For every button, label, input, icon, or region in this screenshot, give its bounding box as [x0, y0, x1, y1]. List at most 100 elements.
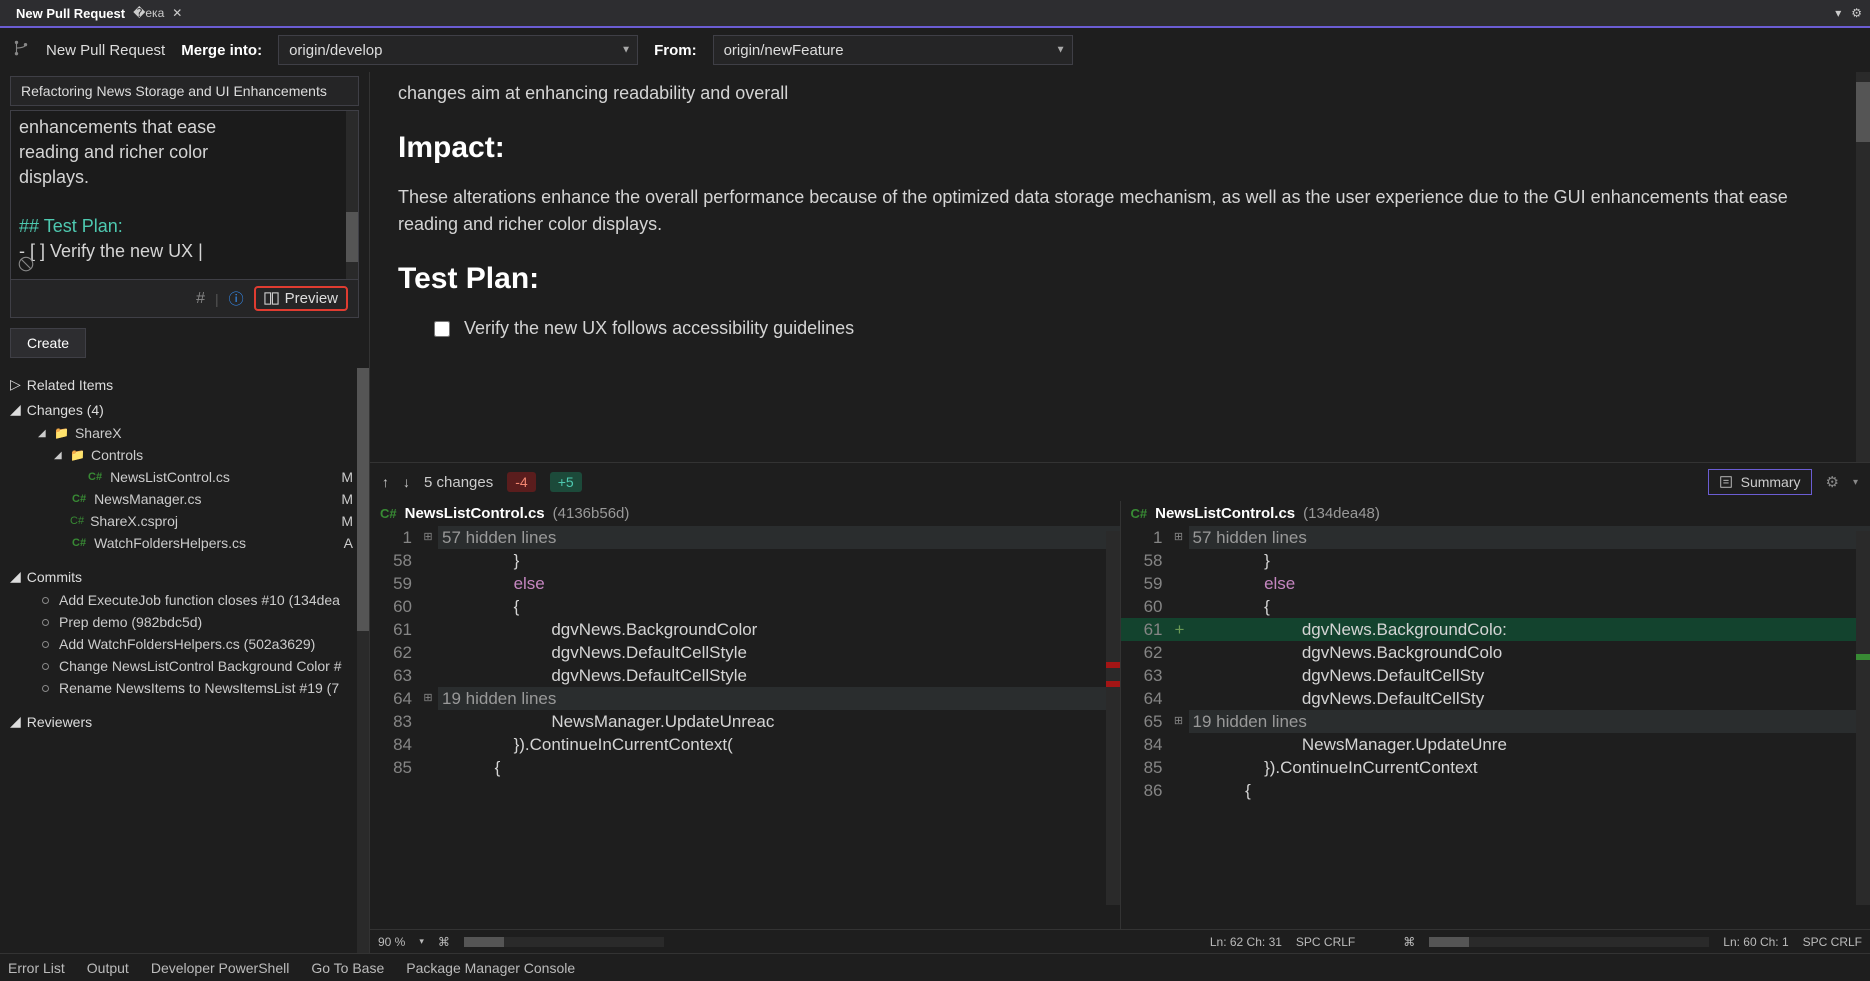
zoom-level[interactable]: 90 %: [378, 935, 405, 949]
branch-icon[interactable]: [12, 39, 30, 62]
commit-item[interactable]: Add WatchFoldersHelpers.cs (502a3629): [6, 633, 369, 655]
commits-section[interactable]: ◢Commits: [6, 564, 369, 589]
expand-icon[interactable]: ⊞: [1169, 526, 1189, 549]
create-button[interactable]: Create: [10, 328, 86, 358]
code-line: 62 dgvNews.DefaultCellStyle: [370, 641, 1120, 664]
reviewers-section[interactable]: ◢Reviewers: [6, 709, 369, 734]
prev-change-button[interactable]: ↑: [382, 474, 389, 490]
tree-file[interactable]: C#ShareX.csprojM: [6, 510, 369, 532]
commit-item[interactable]: Rename NewsItems to NewsItemsList #19 (7: [6, 677, 369, 699]
tree: ▷Related Items ◢Changes (4) ◢📁ShareX ◢📁C…: [0, 368, 369, 953]
from-dropdown[interactable]: origin/newFeature ▼: [713, 35, 1073, 65]
diff-pane-left: C# NewsListControl.cs (4136b56d) 1⊞57 hi…: [370, 501, 1121, 929]
pr-toolbar: New Pull Request Merge into: origin/deve…: [0, 28, 1870, 72]
code-line: 59 else: [1121, 572, 1870, 595]
code-line: 61 dgvNews.BackgroundColo:: [1121, 618, 1870, 641]
summary-button[interactable]: Summary: [1708, 469, 1812, 495]
code-line: 1⊞57 hidden lines: [370, 526, 1120, 549]
encoding: SPC CRLF: [1803, 935, 1862, 949]
csharp-icon: C#: [380, 506, 397, 521]
code-line: 58 }: [370, 549, 1120, 572]
code-line: 64 dgvNews.DefaultCellSty: [1121, 687, 1870, 710]
window-tab[interactable]: New Pull Request �ека ✕: [8, 0, 190, 26]
summary-icon: [1719, 475, 1733, 489]
close-icon[interactable]: ✕: [172, 6, 182, 20]
changes-section[interactable]: ◢Changes (4): [6, 397, 369, 422]
code-line: 61 dgvNews.BackgroundColor: [370, 618, 1120, 641]
chevron-down-icon[interactable]: ▾: [419, 936, 424, 947]
merge-into-label: Merge into:: [181, 42, 262, 59]
commit-item[interactable]: Prep demo (982bdc5d): [6, 611, 369, 633]
commit-dot-icon: [42, 619, 49, 626]
chevron-down-icon[interactable]: ▾: [1835, 6, 1841, 20]
csharp-icon: C#: [86, 471, 104, 483]
horizontal-scrollbar[interactable]: [464, 937, 664, 947]
change-count: 5 changes: [424, 474, 493, 491]
scrollbar[interactable]: [1856, 72, 1870, 462]
diff-file-header: C# NewsListControl.cs (4136b56d): [370, 501, 1120, 526]
code-line: 63 dgvNews.DefaultCellStyle: [370, 664, 1120, 687]
diff-statusbar: 90 % ▾ ⌘ Ln: 62 Ch: 31 SPC CRLF ⌘ Ln: 60…: [370, 929, 1870, 953]
scrollbar[interactable]: [1856, 531, 1870, 905]
tab-gotobase[interactable]: Go To Base: [311, 960, 384, 976]
code-line: 85 }).ContinueInCurrentContext: [1121, 756, 1870, 779]
left-panel: enhancements that ease reading and riche…: [0, 72, 370, 953]
tab-output[interactable]: Output: [87, 960, 129, 976]
scrollbar[interactable]: [1106, 531, 1120, 905]
tab-error-list[interactable]: Error List: [8, 960, 65, 976]
diff-header: ↑ ↓ 5 changes -4 +5 Summary ⚙ ▾: [370, 463, 1870, 501]
expand-icon[interactable]: ⊞: [1169, 710, 1189, 733]
tab-powershell[interactable]: Developer PowerShell: [151, 960, 290, 976]
code-line: 65⊞19 hidden lines: [1121, 710, 1870, 733]
preview-button[interactable]: Preview: [254, 286, 348, 311]
tree-file[interactable]: C#WatchFoldersHelpers.csA: [6, 532, 369, 554]
pin-icon[interactable]: �ека: [133, 6, 164, 20]
tab-pmc[interactable]: Package Manager Console: [406, 960, 575, 976]
tree-folder[interactable]: ◢📁ShareX: [6, 422, 369, 444]
cursor-position: Ln: 60 Ch: 1: [1723, 935, 1788, 949]
tree-file[interactable]: C#NewsListControl.csM: [6, 466, 369, 488]
tree-folder[interactable]: ◢📁Controls: [6, 444, 369, 466]
commit-item[interactable]: Change NewsListControl Background Color …: [6, 655, 369, 677]
code-line: 1⊞57 hidden lines: [1121, 526, 1870, 549]
scrollbar[interactable]: [346, 111, 358, 279]
pr-toolbar-title: New Pull Request: [46, 42, 165, 59]
additions-badge: +5: [550, 472, 582, 492]
pr-title-input[interactable]: [10, 76, 359, 106]
hash-icon[interactable]: #: [196, 290, 205, 308]
code-line: 60 {: [370, 595, 1120, 618]
preview-pane: changes aim at enhancing readability and…: [370, 72, 1870, 462]
titlebar: New Pull Request �ека ✕ ▾ ⚙: [0, 0, 1870, 28]
expand-icon[interactable]: ⊞: [418, 526, 438, 549]
code-view[interactable]: 1⊞57 hidden lines58 }59 else60 {61 dgvNe…: [1121, 526, 1870, 929]
window-title: New Pull Request: [16, 6, 125, 21]
commit-dot-icon: [42, 663, 49, 670]
copilot-icon[interactable]: ⌘: [438, 935, 450, 949]
merge-into-dropdown[interactable]: origin/develop ▼: [278, 35, 638, 65]
commit-dot-icon: [42, 597, 49, 604]
info-icon[interactable]: ⓘ: [229, 288, 244, 309]
code-line: 63 dgvNews.DefaultCellSty: [1121, 664, 1870, 687]
horizontal-scrollbar[interactable]: [1429, 937, 1709, 947]
gear-icon[interactable]: ⚙: [1826, 473, 1839, 491]
right-panel: changes aim at enhancing readability and…: [370, 72, 1870, 953]
copilot-icon[interactable]: ⌘: [1403, 935, 1415, 949]
gear-icon[interactable]: ⚙: [1851, 6, 1862, 20]
chevron-down-icon[interactable]: ▾: [1853, 477, 1858, 488]
scrollbar[interactable]: [357, 368, 369, 953]
task-checkbox[interactable]: [434, 321, 450, 337]
next-change-button[interactable]: ↓: [403, 474, 410, 490]
related-items-section[interactable]: ▷Related Items: [6, 372, 369, 397]
diff-pane-right: C# NewsListControl.cs (134dea48) 1⊞57 hi…: [1121, 501, 1870, 929]
description-editor[interactable]: enhancements that ease reading and riche…: [10, 110, 359, 280]
code-line: 83 NewsManager.UpdateUnreac: [370, 710, 1120, 733]
expand-icon[interactable]: ⊞: [418, 687, 438, 710]
preview-text: changes aim at enhancing readability and…: [398, 80, 1830, 107]
code-view[interactable]: 1⊞57 hidden lines58 }59 else60 {61 dgvNe…: [370, 526, 1120, 929]
commit-item[interactable]: Add ExecuteJob function closes #10 (134d…: [6, 589, 369, 611]
code-line: 84 }).ContinueInCurrentContext(: [370, 733, 1120, 756]
commit-dot-icon: [42, 685, 49, 692]
commit-dot-icon: [42, 641, 49, 648]
tree-file[interactable]: C#NewsManager.csM: [6, 488, 369, 510]
csharp-icon: C#: [70, 493, 88, 505]
